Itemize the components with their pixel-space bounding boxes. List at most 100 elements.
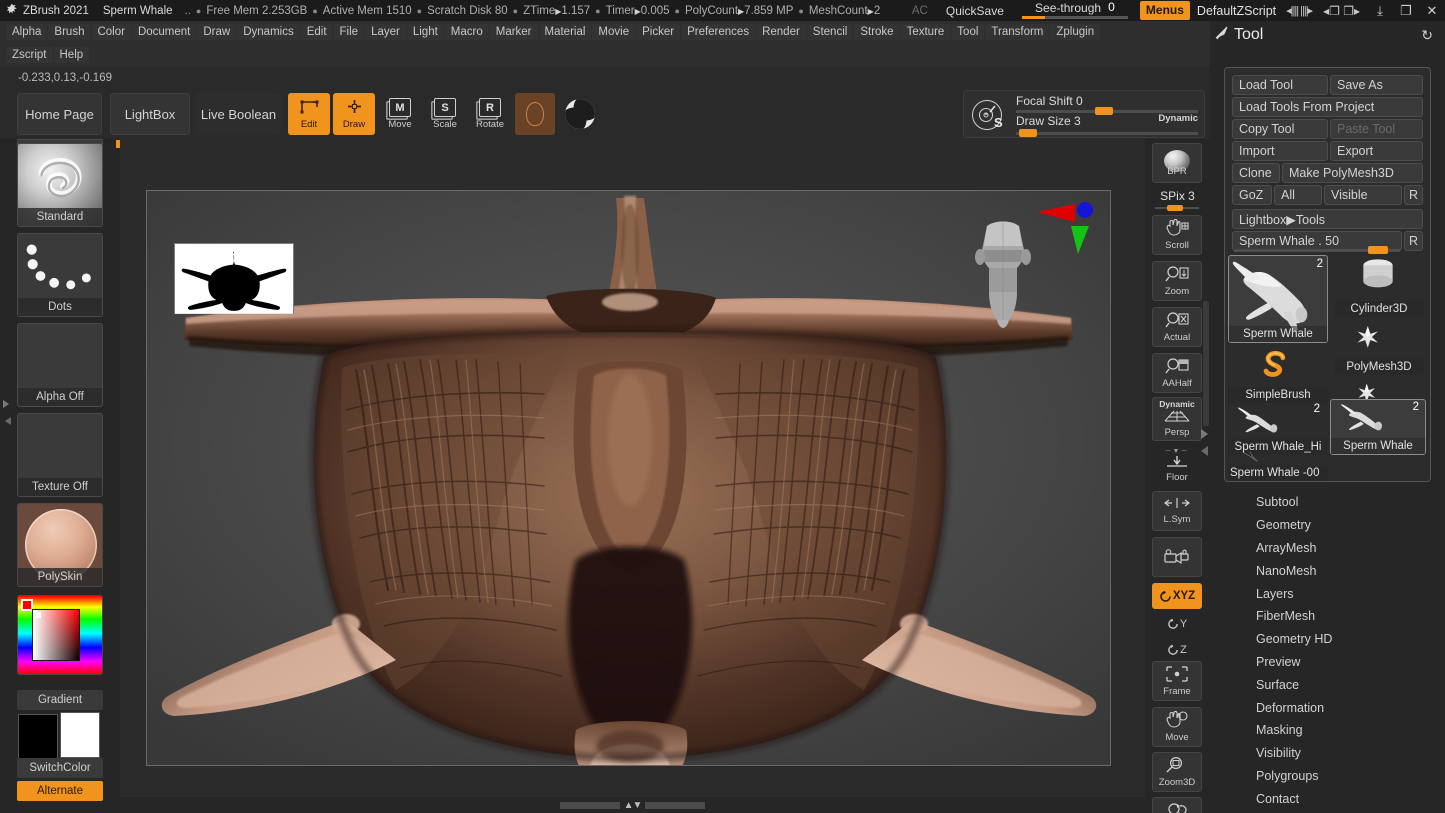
edit-mode-button[interactable]: Edit <box>288 93 330 135</box>
rotate-y-button[interactable]: Y <box>1152 613 1202 635</box>
bpr-render-button[interactable]: BPR <box>1152 143 1202 183</box>
draw-mode-button[interactable]: Draw <box>333 93 375 135</box>
move-mode-button[interactable]: M Move <box>381 94 419 134</box>
tool-section-fibermesh[interactable]: FiberMesh <box>1224 605 1439 628</box>
camera-lock-button[interactable] <box>1152 537 1202 577</box>
menu-item-edit[interactable]: Edit <box>300 24 333 40</box>
export-button[interactable]: Export <box>1330 141 1423 161</box>
symmetry-button[interactable] <box>560 93 600 135</box>
texture-slot[interactable]: Texture Off <box>17 413 103 497</box>
paste-tool-button[interactable]: Paste Tool <box>1330 119 1423 139</box>
menu-item-color[interactable]: Color <box>91 24 131 40</box>
aahalf-button[interactable]: AAHalf <box>1152 353 1202 393</box>
lightbox-tools-button[interactable]: Lightbox▶Tools <box>1232 209 1423 229</box>
make-polymesh3d-button[interactable]: Make PolyMesh3D <box>1282 163 1423 183</box>
window-arrange-icon[interactable]: ◂❐ ❐▸ <box>1323 4 1360 18</box>
rotate-3d-button[interactable]: Rotate <box>1152 797 1202 813</box>
live-boolean-button[interactable]: Live Boolean <box>196 93 281 135</box>
item-size-thumb[interactable] <box>1368 246 1388 254</box>
goz-button[interactable]: GoZ <box>1232 185 1272 205</box>
menu-item-zscript[interactable]: Zscript <box>6 47 53 63</box>
scroll-right-bar[interactable] <box>645 801 706 809</box>
spix-thumb[interactable] <box>1167 205 1183 211</box>
primary-color-swatch[interactable] <box>18 714 58 760</box>
menu-item-light[interactable]: Light <box>406 24 444 40</box>
tool-section-deformation[interactable]: Deformation <box>1224 696 1439 719</box>
tool-section-subtool[interactable]: Subtool <box>1224 491 1439 514</box>
tool-section-geometry[interactable]: Geometry <box>1224 514 1439 537</box>
see-through-slider[interactable]: See-through 0 <box>1020 0 1130 21</box>
load-tools-from-project-button[interactable]: Load Tools From Project <box>1232 97 1423 117</box>
rotate-xyz-button[interactable]: XYZ <box>1152 583 1202 609</box>
material-swatch-button[interactable] <box>515 93 555 135</box>
ac-label[interactable]: AC <box>912 5 928 17</box>
tool-section-preview[interactable]: Preview <box>1224 651 1439 674</box>
menu-item-preferences[interactable]: Preferences <box>681 24 756 40</box>
menu-item-document[interactable]: Document <box>131 24 197 40</box>
quicksave-button[interactable]: QuickSave <box>946 4 1004 18</box>
zscript-label[interactable]: DefaultZScript <box>1197 4 1276 18</box>
alternate-button[interactable]: Alternate <box>17 781 103 801</box>
visible-r-button[interactable]: R <box>1404 185 1423 205</box>
right-toolbar-scrollbar[interactable] <box>1203 301 1209 426</box>
tool-item-sperm-whale-selected[interactable]: 2 Sperm Whale <box>1330 399 1426 455</box>
menu-item-stroke[interactable]: Stroke <box>854 24 900 40</box>
menu-item-draw[interactable]: Draw <box>197 24 237 40</box>
document-canvas[interactable] <box>146 190 1111 766</box>
load-tool-button[interactable]: Load Tool <box>1232 75 1328 95</box>
tool-section-visibility[interactable]: Visibility <box>1224 742 1439 765</box>
perspective-button[interactable]: Dynamic Persp <box>1152 397 1202 441</box>
tool-section-arraymesh[interactable]: ArrayMesh <box>1224 537 1439 560</box>
gradient-button[interactable]: Gradient <box>17 690 103 710</box>
zscript-slider-icon[interactable]: ◂|||| ||||▸ <box>1286 4 1313 17</box>
visible-button[interactable]: Visible <box>1324 185 1402 205</box>
menu-item-movie[interactable]: Movie <box>592 24 636 40</box>
focal-shift-thumb[interactable] <box>1095 107 1113 115</box>
menu-item-alpha[interactable]: Alpha <box>6 24 48 40</box>
tool-item-simplebrush[interactable]: SimpleBrush <box>1228 345 1328 403</box>
home-page-button[interactable]: Home Page <box>17 93 102 135</box>
tool-item-sperm-whale-large[interactable]: 2 Sperm Whale <box>1228 255 1328 343</box>
restore-button[interactable]: ❐ <box>1393 3 1419 19</box>
color-picker[interactable] <box>17 595 103 675</box>
menu-item-texture[interactable]: Texture <box>900 24 951 40</box>
local-symmetry-button[interactable]: L.Sym <box>1152 491 1202 531</box>
menu-item-material[interactable]: Material <box>538 24 592 40</box>
left-edge-expand-arrow-left[interactable] <box>3 417 11 425</box>
save-as-button[interactable]: Save As <box>1330 75 1423 95</box>
zoom-3d-button[interactable]: Zoom3D <box>1152 752 1202 792</box>
copy-tool-button[interactable]: Copy Tool <box>1232 119 1328 139</box>
menu-item-help[interactable]: Help <box>53 47 90 63</box>
right-expand-arrow-right[interactable] <box>1201 429 1208 439</box>
menu-item-zplugin[interactable]: Zplugin <box>1050 24 1101 40</box>
draw-size-thumb[interactable] <box>1019 129 1037 137</box>
tool-item-cylinder3d[interactable]: Cylinder3D <box>1334 255 1424 317</box>
menus-button[interactable]: Menus <box>1139 1 1190 20</box>
tool-section-polygroups[interactable]: Polygroups <box>1224 765 1439 788</box>
scale-mode-button[interactable]: S Scale <box>426 94 464 134</box>
canvas-bottom-scroller[interactable]: ▲▼ <box>120 797 1145 813</box>
alpha-preview-box[interactable] <box>174 243 294 314</box>
tool-section-surface[interactable]: Surface <box>1224 673 1439 696</box>
menu-item-tool[interactable]: Tool <box>951 24 985 40</box>
import-button[interactable]: Import <box>1232 141 1328 161</box>
close-button[interactable]: ✕ <box>1419 3 1445 19</box>
refresh-icon[interactable]: ↻ <box>1421 27 1433 44</box>
all-button[interactable]: All <box>1274 185 1322 205</box>
scroll-arrows-icon[interactable]: ▲▼ <box>624 800 643 811</box>
menu-item-transform[interactable]: Transform <box>985 24 1050 40</box>
draw-size-track[interactable] <box>1016 132 1198 135</box>
brush-slot[interactable]: Standard <box>17 143 103 227</box>
tool-item-sperm-whale-00[interactable]: Sperm Whale -00 <box>1228 451 1328 481</box>
menu-item-brush[interactable]: Brush <box>48 24 91 40</box>
zoom-button[interactable]: Zoom <box>1152 261 1202 301</box>
tool-item-polymesh3d[interactable]: PolyMesh3D <box>1334 317 1424 375</box>
minimize-button[interactable]: ⤓ <box>1367 3 1393 19</box>
canvas-area[interactable] <box>120 139 1145 797</box>
head-orientation-widget[interactable] <box>961 220 1045 330</box>
move-3d-button[interactable]: Move <box>1152 707 1202 747</box>
menu-item-marker[interactable]: Marker <box>489 24 538 40</box>
menu-item-dynamics[interactable]: Dynamics <box>237 24 300 40</box>
tool-section-nanomesh[interactable]: NanoMesh <box>1224 559 1439 582</box>
switch-color-button[interactable]: SwitchColor <box>17 758 103 778</box>
